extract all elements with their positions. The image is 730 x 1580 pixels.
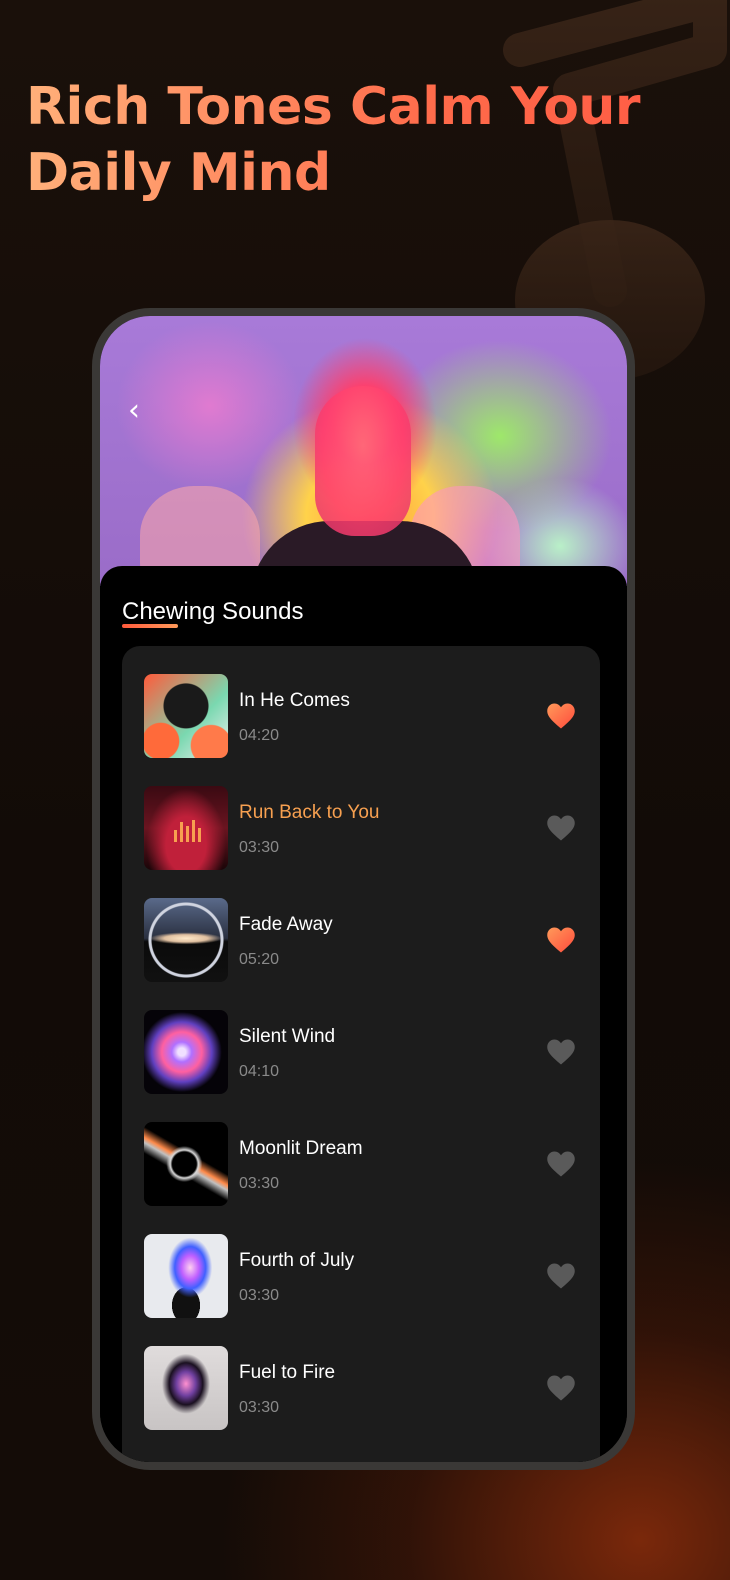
- heart-icon[interactable]: [546, 1374, 576, 1402]
- heart-icon[interactable]: [546, 1262, 576, 1290]
- heart-icon[interactable]: [546, 926, 576, 954]
- track-row[interactable]: Moonlit Dream 03:30: [122, 1094, 600, 1206]
- track-title: Fuel to Fire: [239, 1362, 336, 1383]
- track-duration: 04:10: [239, 1063, 280, 1080]
- track-title: Fourth of July: [239, 1250, 355, 1271]
- playing-bars-icon: [174, 820, 201, 842]
- track-title: Run Back to You: [239, 802, 380, 823]
- phone-screen: ‹ Chewing Sounds In He Comes 04:20 Run B…: [100, 316, 627, 1462]
- track-duration: 03:30: [239, 1175, 280, 1192]
- track-thumbnail: [144, 674, 228, 758]
- track-row[interactable]: Run Back to You 03:30: [122, 758, 600, 870]
- playlist-sheet: Chewing Sounds In He Comes 04:20 Run Bac…: [100, 566, 627, 1462]
- heart-icon[interactable]: [546, 814, 576, 842]
- track-thumbnail: [144, 898, 228, 982]
- track-row[interactable]: In He Comes 04:20: [122, 646, 600, 758]
- phone-frame: ‹ Chewing Sounds In He Comes 04:20 Run B…: [92, 308, 635, 1470]
- back-chevron-icon[interactable]: ‹: [128, 396, 158, 426]
- headline: Rich Tones Calm Your Daily Mind: [26, 74, 716, 206]
- track-duration: 03:30: [239, 839, 280, 856]
- track-title: Moonlit Dream: [239, 1138, 363, 1159]
- headline-line-1: Rich Tones Calm Your: [26, 77, 641, 137]
- track-duration: 03:30: [239, 1399, 280, 1416]
- track-title: In He Comes: [239, 690, 350, 711]
- track-list: In He Comes 04:20 Run Back to You 03:30 …: [122, 646, 600, 1462]
- heart-icon[interactable]: [546, 1038, 576, 1066]
- section-title: Chewing Sounds: [122, 598, 304, 625]
- track-thumbnail: [144, 786, 228, 870]
- album-cover-art: [100, 316, 627, 601]
- track-row[interactable]: Fade Away 05:20: [122, 870, 600, 982]
- heart-icon[interactable]: [546, 702, 576, 730]
- section-title-underline: [122, 624, 178, 628]
- track-row[interactable]: Silent Wind 04:10: [122, 982, 600, 1094]
- track-title: Fade Away: [239, 914, 333, 935]
- art-figure-head: [315, 386, 411, 536]
- track-row[interactable]: Fuel to Fire 03:30: [122, 1318, 600, 1430]
- track-thumbnail: [144, 1234, 228, 1318]
- track-duration: 03:30: [239, 1287, 280, 1304]
- headline-line-2: Daily Mind: [26, 143, 331, 203]
- heart-icon[interactable]: [546, 1150, 576, 1178]
- track-duration: 04:20: [239, 727, 280, 744]
- track-row[interactable]: Fourth of July 03:30: [122, 1206, 600, 1318]
- track-thumbnail: [144, 1346, 228, 1430]
- track-thumbnail: [144, 1010, 228, 1094]
- track-title: Silent Wind: [239, 1026, 336, 1047]
- track-thumbnail: [144, 1122, 228, 1206]
- track-duration: 05:20: [239, 951, 280, 968]
